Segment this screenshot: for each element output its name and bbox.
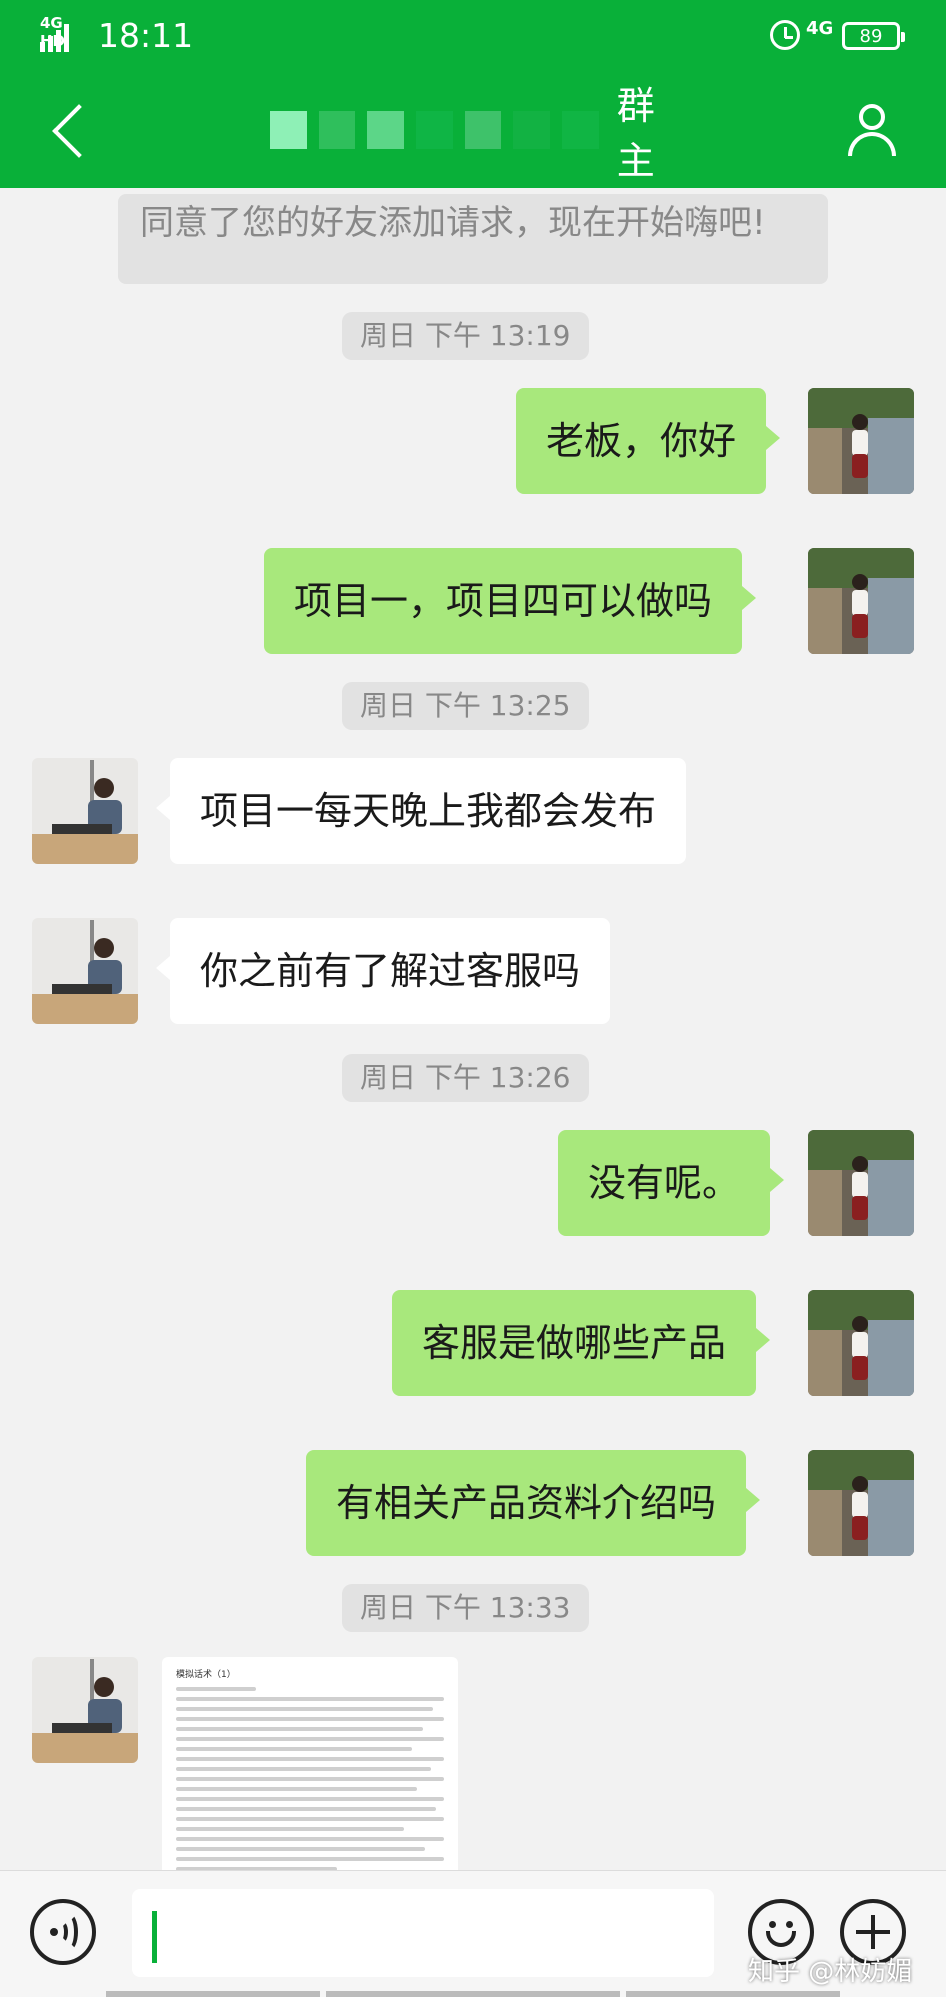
alarm-icon <box>770 20 800 50</box>
message-bubble-sent[interactable]: 客服是做哪些产品 <box>392 1290 771 1396</box>
my-avatar[interactable] <box>808 1290 914 1396</box>
user-profile-icon[interactable] <box>846 104 898 156</box>
my-avatar[interactable] <box>808 1450 914 1556</box>
watermark: 知乎 @林妨媚 <box>748 1957 913 1987</box>
nav-indicator <box>326 1991 620 1997</box>
redacted-block <box>367 111 405 149</box>
back-arrow-icon[interactable] <box>46 104 98 156</box>
message-bubble-sent[interactable]: 有相关产品资料介绍吗 <box>306 1450 761 1556</box>
redacted-block <box>318 111 356 149</box>
battery-icon: 89 <box>842 22 905 50</box>
nav-indicator <box>626 1991 840 1997</box>
text-caret <box>152 1911 157 1963</box>
status-bar: 4G HD 18:11 4G 89 <box>0 0 946 74</box>
my-avatar[interactable] <box>808 1130 914 1236</box>
message-bubble-sent[interactable]: 项目一，项目四可以做吗 <box>264 548 757 654</box>
network-tag: 4G HD <box>40 14 65 50</box>
chat-area[interactable]: 同意了您的好友添加请求，现在开始嗨吧! 周日 下午 13:19 老板，你好 项目… <box>0 188 946 1870</box>
input-bar: 知乎 @林妨媚 <box>0 1870 946 1997</box>
message-input[interactable] <box>132 1889 714 1977</box>
nav-indicator <box>106 1991 320 1997</box>
chat-header: 群主 <box>0 74 946 188</box>
redacted-block <box>513 111 551 149</box>
voice-icon[interactable] <box>30 1899 96 1965</box>
redacted-block <box>562 111 599 149</box>
my-avatar[interactable] <box>808 548 914 654</box>
battery-level: 89 <box>859 25 883 47</box>
contact-avatar[interactable] <box>32 1657 138 1763</box>
message-bubble-sent[interactable]: 老板，你好 <box>516 388 781 494</box>
clock: 18:11 <box>98 16 194 55</box>
system-message: 同意了您的好友添加请求，现在开始嗨吧! <box>118 194 828 284</box>
timestamp: 周日 下午 13:26 <box>342 1054 589 1102</box>
contact-avatar[interactable] <box>32 918 138 1024</box>
message-bubble-received[interactable]: 项目一每天晚上我都会发布 <box>155 758 687 864</box>
signal-icon: 4G HD <box>40 14 86 52</box>
timestamp: 周日 下午 13:33 <box>342 1584 589 1632</box>
contact-avatar[interactable] <box>32 758 138 864</box>
message-bubble-sent[interactable]: 没有呢。 <box>558 1130 785 1236</box>
redacted-block <box>464 111 502 149</box>
document-title: 模拟话术（1） <box>176 1670 236 1680</box>
message-bubble-received[interactable]: 你之前有了解过客服吗 <box>155 918 611 1024</box>
redacted-block <box>416 111 453 149</box>
my-avatar[interactable] <box>808 388 914 494</box>
timestamp: 周日 下午 13:19 <box>342 312 589 360</box>
redacted-block <box>270 111 307 149</box>
chat-title: 群主 <box>616 84 655 183</box>
mobile-network-label: 4G <box>806 18 834 39</box>
chat-title-area: 群主 <box>270 84 690 183</box>
timestamp: 周日 下午 13:25 <box>342 682 589 730</box>
top-bar: 4G HD 18:11 4G 89 群主 <box>0 0 946 188</box>
